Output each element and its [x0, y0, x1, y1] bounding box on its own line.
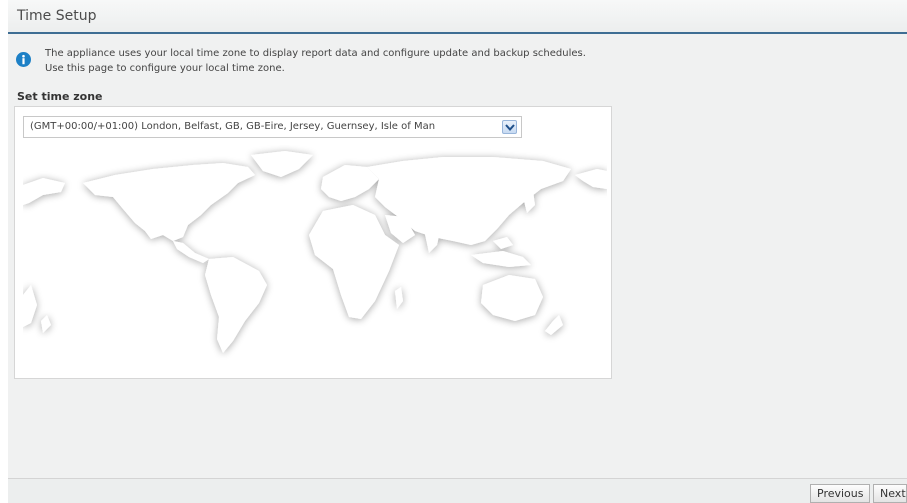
info-line-1: The appliance uses your local time zone … — [45, 48, 586, 59]
chevron-down-icon[interactable] — [502, 120, 517, 134]
wizard-footer — [8, 478, 907, 503]
info-line-2: Use this page to configure your local ti… — [45, 63, 285, 74]
info-message: The appliance uses your local time zone … — [45, 46, 586, 76]
set-time-zone-label: Set time zone — [17, 90, 103, 103]
info-icon — [16, 52, 31, 67]
page-title: Time Setup — [17, 8, 97, 24]
timezone-select[interactable]: (GMT+00:00/+01:00) London, Belfast, GB, … — [23, 116, 522, 138]
previous-button[interactable]: Previous — [810, 484, 870, 503]
next-button[interactable]: Next — [873, 484, 907, 503]
time-setup-panel: Time Setup The appliance uses your local… — [8, 0, 907, 478]
left-edge — [0, 0, 8, 503]
timezone-map-box: (GMT+00:00/+01:00) London, Belfast, GB, … — [14, 106, 612, 379]
timezone-select-value: (GMT+00:00/+01:00) London, Belfast, GB, … — [30, 121, 436, 132]
title-bar: Time Setup — [8, 0, 907, 34]
world-map[interactable] — [23, 145, 607, 373]
continents — [23, 151, 607, 353]
